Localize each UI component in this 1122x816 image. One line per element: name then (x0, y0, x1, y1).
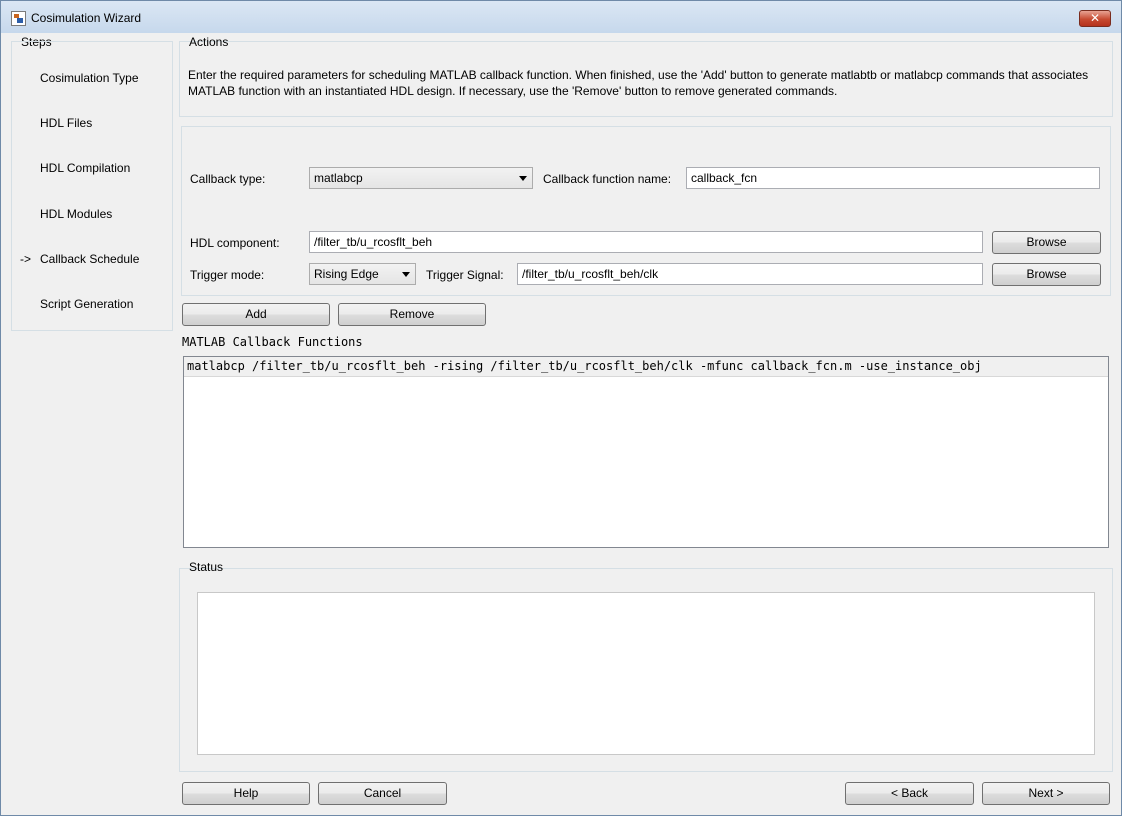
back-button[interactable]: < Back (845, 782, 974, 805)
status-group-label: Status (189, 560, 224, 574)
callback-functions-title: MATLAB Callback Functions (182, 335, 363, 349)
add-button[interactable]: Add (182, 303, 330, 326)
trigger-mode-select[interactable]: Rising Edge (309, 263, 416, 285)
callback-type-value: matlabcp (314, 171, 363, 185)
callback-type-select[interactable]: matlabcp (309, 167, 533, 189)
window-title: Cosimulation Wizard (31, 11, 142, 25)
step-label: HDL Files (40, 116, 93, 130)
hdl-component-input[interactable]: /filter_tb/u_rcosflt_beh (309, 231, 983, 253)
title-bar: Cosimulation Wizard ✕ (1, 1, 1121, 33)
trigger-signal-input[interactable]: /filter_tb/u_rcosflt_beh/clk (517, 263, 983, 285)
hdl-component-label: HDL component: (190, 236, 280, 250)
actions-group-label: Actions (189, 35, 229, 49)
browse-trigger-signal-button[interactable]: Browse (992, 263, 1101, 286)
callback-name-input[interactable]: callback_fcn (686, 167, 1100, 189)
status-text-area[interactable] (197, 592, 1095, 755)
cancel-button[interactable]: Cancel (318, 782, 447, 805)
current-step-marker: -> (20, 252, 32, 266)
step-label: Cosimulation Type (40, 71, 139, 85)
steps-panel: Cosimulation Type HDL Files HDL Compilat… (11, 41, 173, 331)
next-button[interactable]: Next > (982, 782, 1110, 805)
callback-name-label: Callback function name: (543, 172, 672, 186)
trigger-signal-label: Trigger Signal: (426, 268, 504, 282)
help-button[interactable]: Help (182, 782, 310, 805)
chevron-down-icon (402, 272, 410, 277)
trigger-mode-label: Trigger mode: (190, 268, 265, 282)
remove-button[interactable]: Remove (338, 303, 486, 326)
step-label: HDL Compilation (40, 161, 131, 175)
close-button[interactable]: ✕ (1079, 10, 1111, 27)
step-label: Script Generation (40, 297, 134, 311)
step-label: Callback Schedule (40, 252, 140, 266)
callback-functions-list[interactable]: matlabcp /filter_tb/u_rcosflt_beh -risin… (183, 356, 1109, 548)
chevron-down-icon (519, 176, 527, 181)
callback-type-label: Callback type: (190, 172, 266, 186)
cosimulation-wizard-window: Cosimulation Wizard ✕ Steps Cosimulation… (0, 0, 1122, 816)
browse-hdl-component-button[interactable]: Browse (992, 231, 1101, 254)
step-label: HDL Modules (40, 207, 113, 221)
app-icon (11, 11, 26, 26)
trigger-mode-value: Rising Edge (314, 267, 379, 281)
list-item[interactable]: matlabcp /filter_tb/u_rcosflt_beh -risin… (184, 357, 1108, 377)
actions-description: Enter the required parameters for schedu… (188, 68, 1089, 98)
